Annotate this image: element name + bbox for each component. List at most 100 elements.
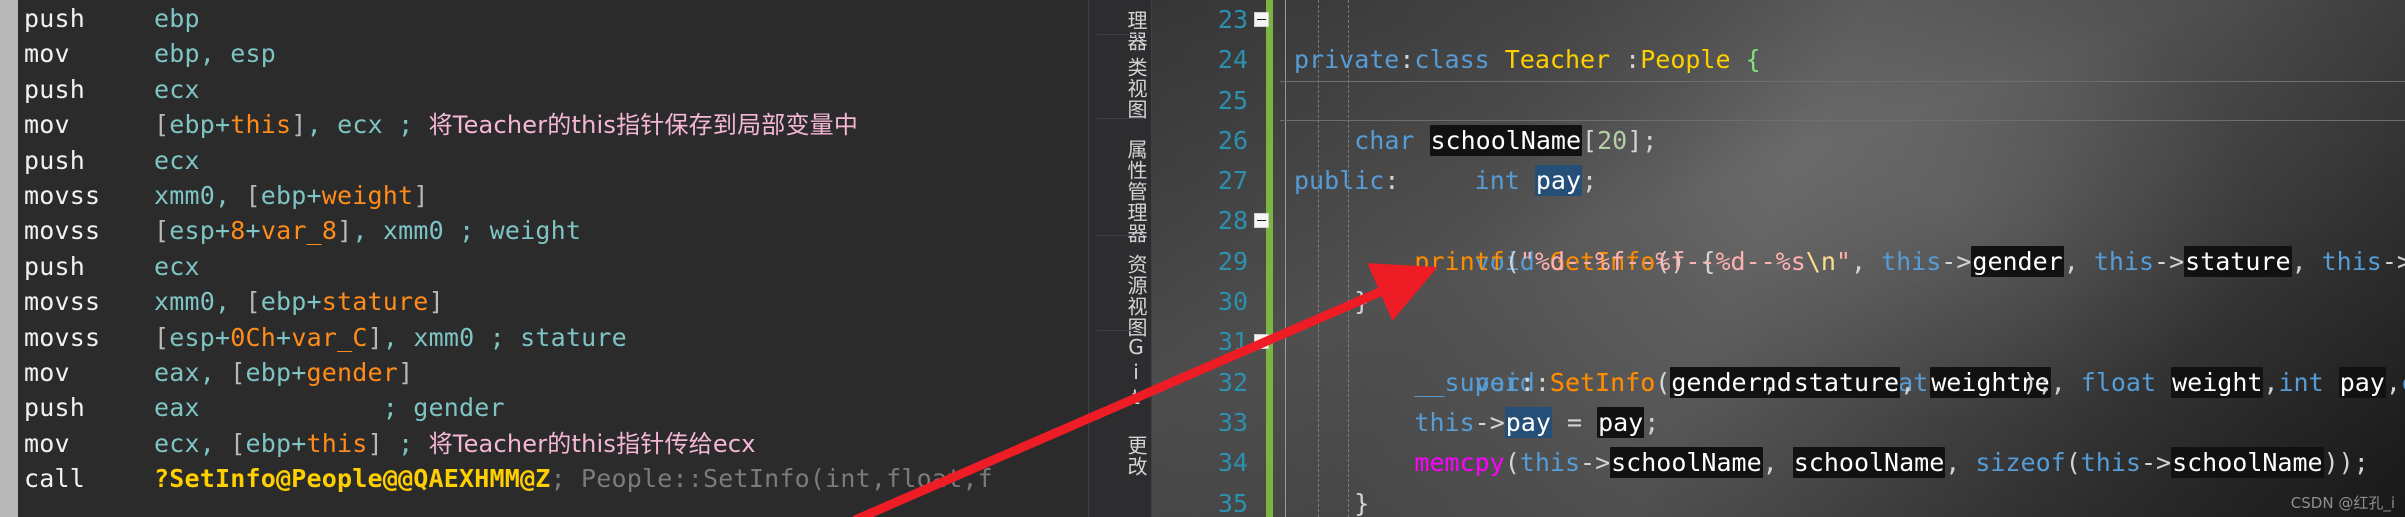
tab-separator	[1097, 330, 1143, 331]
line-number: 30	[1217, 287, 1248, 317]
asm-row[interactable]: push ecx	[24, 249, 1088, 284]
asm-operands: ebp	[154, 4, 200, 33]
highlighted-token: schoolName	[2171, 447, 2324, 479]
disassembly-view[interactable]: push ebp mov ebp, esp push ecx mov [ebp+this…	[0, 0, 1088, 517]
code-line[interactable]: this->pay = pay;	[1280, 403, 2405, 443]
line-number: 28	[1217, 206, 1248, 236]
asm-row[interactable]: movss [esp+0Ch+var_C], xmm0 ; stature	[24, 320, 1088, 355]
asm-row[interactable]: mov ecx, [ebp+this] ; 将Teacher的this指针传给ec…	[24, 426, 1088, 461]
asm-mnemonic: push	[24, 145, 86, 175]
asm-row[interactable]: mov ebp, esp	[24, 36, 1088, 71]
selected-token[interactable]: pay	[1504, 406, 1552, 438]
asm-row[interactable]: push ecx	[24, 72, 1088, 107]
editor-code-lines[interactable]: class Teacher :People { private: int pay…	[1254, 0, 2405, 517]
fold-toggle-icon[interactable]	[1254, 12, 1269, 27]
vertical-tab-label: 类视图	[1124, 56, 1148, 120]
asm-row[interactable]: push eax ; gender	[24, 390, 1088, 425]
asm-row[interactable]: movss xmm0, [ebp+weight]	[24, 178, 1088, 213]
asm-operands: [esp+8+var_8], xmm0 ; weight	[154, 216, 582, 246]
code-line[interactable]: }	[1280, 484, 2405, 517]
code-line[interactable]: public:	[1280, 161, 2405, 201]
asm-operands: ecx	[154, 145, 200, 175]
asm-operands: ecx	[154, 251, 200, 281]
disassembly-gutter	[0, 0, 18, 517]
vertical-tab-class-view[interactable]: 类视图	[1089, 40, 1151, 136]
highlighted-token: gender	[1971, 245, 2064, 277]
line-number: 33	[1217, 407, 1248, 437]
code-line[interactable]: private:	[1280, 40, 2405, 80]
asm-row[interactable]: movss [esp+8+var_8], xmm0 ; weight	[24, 213, 1088, 248]
fold-toggle-icon[interactable]	[1254, 213, 1269, 229]
line-number: 35	[1217, 488, 1248, 517]
asm-mnemonic: push	[24, 251, 86, 281]
highlighted-token: pay	[1597, 406, 1645, 438]
highlighted-token: stature	[1792, 366, 1901, 398]
asm-mnemonic: movss	[24, 322, 101, 352]
changed-lines-indicator	[1266, 0, 1273, 517]
highlighted-token: schoolName	[1792, 447, 1946, 479]
code-line[interactable]: memcpy(this->schoolName, schoolName, siz…	[1280, 443, 2405, 483]
line-number: 31	[1217, 327, 1248, 357]
asm-operands: [esp+0Ch+var_C], xmm0 ; stature	[154, 322, 627, 352]
code-line[interactable]: printf("%d--%f--%f--%d--%s\n", this->gen…	[1280, 242, 2405, 282]
asm-call-target: ?SetInfo@People@@QAEXHMM@Z	[154, 464, 551, 494]
asm-operands: xmm0, [ebp+stature]	[154, 287, 444, 317]
asm-operands: ebp, esp	[154, 39, 277, 69]
line-number: 32	[1217, 367, 1248, 397]
asm-mnemonic: movss	[24, 287, 101, 317]
vertical-tab-label: 资源视图	[1124, 254, 1148, 338]
asm-comment-cn: 将Teacher的this指针传给ecx	[428, 429, 756, 458]
highlighted-token: weight	[1930, 366, 2023, 398]
highlighted-token: stature	[2184, 245, 2292, 277]
tab-separator	[1097, 118, 1143, 119]
line-number: 34	[1217, 448, 1248, 478]
asm-row[interactable]: movss xmm0, [ebp+stature]	[24, 284, 1088, 319]
selection-outline-bottom	[1280, 119, 2405, 121]
asm-row[interactable]: push ecx	[24, 143, 1088, 178]
source-code-editor[interactable]: 23 24 25 26 27 28 29 30 31 32 33 34 35 3…	[1152, 0, 2405, 517]
highlighted-token: schoolName	[1610, 447, 1763, 479]
asm-operands: [ebp+this], ecx ;	[154, 110, 429, 140]
vertical-tab-label: Git 更改	[1124, 335, 1148, 477]
asm-operands: ecx	[154, 74, 200, 104]
vertical-tool-tabs[interactable]: 理器 类视图 属性管理器 资源视图 Git 更改	[1088, 0, 1152, 517]
disassembly-code-lines[interactable]: push ebp mov ebp, esp push ecx mov [ebp+this…	[24, 0, 1088, 496]
line-number: 24	[1217, 45, 1248, 75]
asm-mnemonic: push	[24, 4, 86, 33]
asm-operands: eax ; gender	[154, 393, 505, 423]
asm-mnemonic: mov	[24, 428, 70, 458]
asm-operands: eax, [ebp+gender]	[154, 357, 414, 387]
asm-comment: ; People::SetInfo(int,float,f	[550, 464, 993, 494]
line-number-gutter: 23 24 25 26 27 28 29 30 31 32 33 34 35 3…	[1152, 0, 1260, 517]
code-line[interactable]: char schoolName[20];	[1280, 121, 2405, 161]
asm-mnemonic: call	[24, 464, 86, 494]
line-number: 25	[1217, 85, 1248, 115]
line-number: 27	[1217, 166, 1248, 196]
fold-toggle-icon[interactable]	[1254, 334, 1269, 350]
asm-mnemonic: movss	[24, 216, 101, 246]
code-line[interactable]: void SetInfo(int gender, float stature, …	[1254, 322, 2405, 398]
asm-mnemonic: push	[24, 393, 86, 423]
asm-mnemonic: mov	[24, 39, 70, 69]
code-line[interactable]: __super::SetInfo(gender, stature, weight…	[1280, 363, 2405, 403]
asm-row[interactable]: push ebp	[24, 1, 1088, 36]
selection-outline-top	[1280, 80, 2405, 82]
asm-row[interactable]: mov [ebp+this], ecx ; 将Teacher的this指针保存到局…	[24, 107, 1088, 142]
vertical-tab-git-changes[interactable]: Git 更改	[1089, 333, 1151, 477]
vertical-tab-label: 属性管理器	[1124, 138, 1148, 244]
tab-separator	[1097, 235, 1143, 236]
code-line[interactable]: }	[1280, 282, 2405, 322]
code-line[interactable]: int pay;	[1280, 80, 2405, 197]
asm-mnemonic: mov	[24, 357, 70, 387]
line-number: 29	[1217, 246, 1248, 276]
code-line[interactable]: void GetInfo() {	[1254, 201, 2405, 276]
asm-mnemonic: push	[24, 74, 86, 104]
asm-row[interactable]: mov eax, [ebp+gender]	[24, 355, 1088, 390]
asm-operands: ecx, [ebp+this] ;	[154, 428, 429, 458]
highlighted-token: schoolName	[1429, 124, 1583, 156]
code-line[interactable]: class Teacher :People {	[1254, 0, 2405, 74]
screenshot-root: push ebp mov ebp, esp push ecx mov [ebp+this…	[0, 0, 2405, 517]
line-number: 26	[1217, 125, 1248, 155]
asm-row[interactable]: call ?SetInfo@People@@QAEXHMM@Z; People::…	[24, 461, 1088, 496]
highlighted-token: gender	[1670, 366, 1763, 398]
